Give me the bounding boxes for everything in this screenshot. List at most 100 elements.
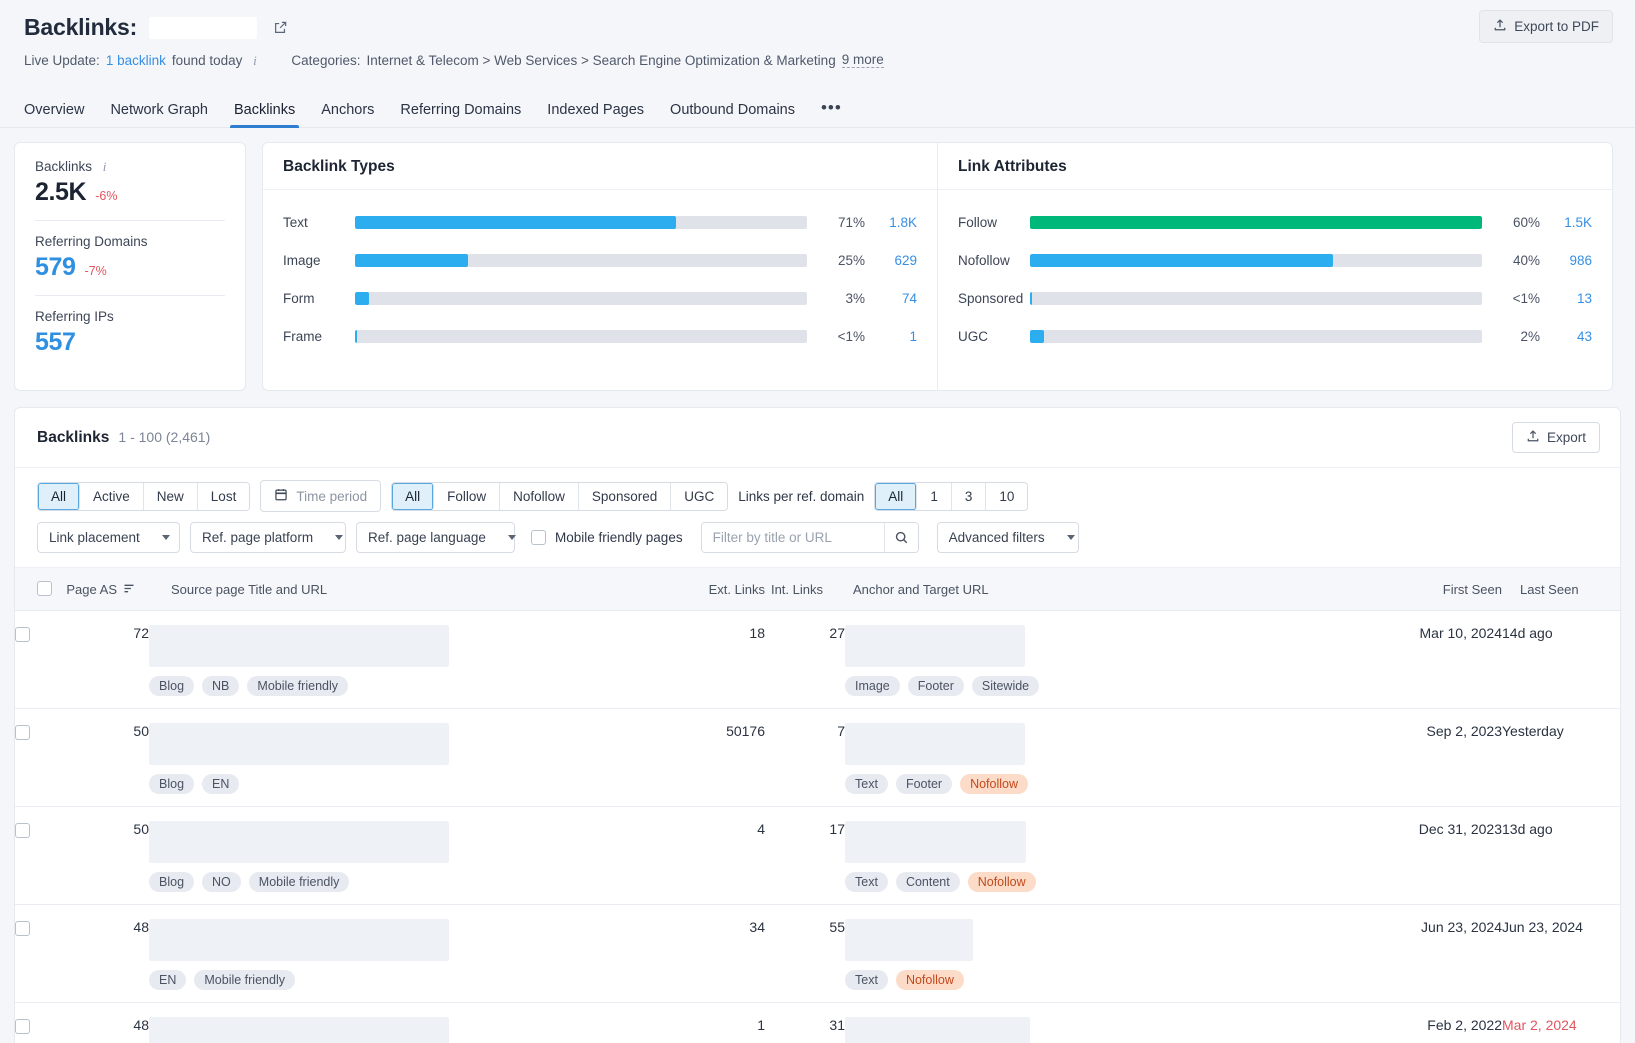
row-checkbox[interactable] [15,1019,30,1034]
anchor-tag-row: TextContentNofollow [845,872,1370,892]
time-period-button[interactable]: Time period [260,480,381,512]
info-icon[interactable]: i [98,160,111,173]
link-attribute-count[interactable]: 986 [1540,253,1592,268]
links-per-domain-all[interactable]: All [875,483,917,510]
redacted-source-page [149,625,449,667]
backlink-type-track [355,330,807,343]
row-checkbox[interactable] [15,921,30,936]
chevron-down-icon [162,535,170,540]
table-row[interactable]: 72BlogNBMobile friendly1827ImageFooterSi… [15,611,1620,709]
live-update: Live Update: 1 backlink found today i [24,53,261,68]
advanced-filters-dropdown[interactable]: Advanced filters [937,522,1079,553]
stat-referring-ips-label: Referring IPs [35,309,114,324]
export-to-pdf-button[interactable]: Export to PDF [1479,10,1613,43]
col-page-as[interactable]: Page AS [61,568,149,611]
source-tag: Mobile friendly [249,872,350,892]
categories-more-link[interactable]: 9 more [842,52,884,68]
export-button[interactable]: Export [1512,422,1600,453]
link-attribute-count[interactable]: 1.5K [1540,215,1592,230]
attribute-filter-follow[interactable]: Follow [434,483,500,510]
col-ext-links[interactable]: Ext. Links [669,568,765,611]
ref-page-language-dropdown[interactable]: Ref. page language [356,522,515,553]
tab-anchors[interactable]: Anchors [321,102,374,127]
attribute-filter-nofollow[interactable]: Nofollow [500,483,579,510]
link-attribute-row: Sponsored<1%13 [958,279,1592,317]
anchor-tag: Nofollow [960,774,1028,794]
attribute-filter-sponsored[interactable]: Sponsored [579,483,671,510]
tab-network-graph[interactable]: Network Graph [110,102,208,127]
select-all-checkbox[interactable] [37,581,52,596]
stat-referring-ips: Referring IPs 557 [35,295,225,370]
info-icon[interactable]: i [248,54,261,67]
col-int-links[interactable]: Int. Links [765,568,845,611]
row-checkbox[interactable] [15,627,30,642]
links-per-domain-1[interactable]: 1 [917,483,952,510]
source-page-cell[interactable]: BlogNBMobile friendly [149,1003,669,1043]
link-attribute-label: Nofollow [958,253,1030,268]
search-input[interactable] [702,523,884,552]
first-seen-value: Mar 10, 2024 [1370,611,1502,709]
stat-referring-ips-value[interactable]: 557 [35,328,76,357]
anchor-target-cell[interactable]: TextNofollow [845,905,1370,1003]
status-filter-active[interactable]: Active [80,483,144,510]
backlink-type-count[interactable]: 1.8K [865,215,917,230]
col-first-seen[interactable]: First Seen [1370,568,1502,611]
anchor-target-cell[interactable]: TextLost: Link removed [845,1003,1370,1043]
anchor-tag: Sitewide [972,676,1039,696]
table-row[interactable]: 48ENMobile friendly3455TextNofollowJun 2… [15,905,1620,1003]
mobile-friendly-checkbox[interactable] [531,530,546,545]
live-update-prefix: Live Update: [24,53,100,68]
anchor-target-cell[interactable]: TextFooterNofollow [845,709,1370,807]
stat-referring-domains-value-row: 579 -7% [35,253,225,282]
links-per-domain-3[interactable]: 3 [952,483,987,510]
source-tag: EN [202,774,239,794]
link-attribute-count[interactable]: 13 [1540,291,1592,306]
tab-indexed-pages[interactable]: Indexed Pages [547,102,644,127]
link-placement-dropdown[interactable]: Link placement [37,522,180,553]
attribute-filter-ugc[interactable]: UGC [671,483,727,510]
anchor-target-cell[interactable]: TextContentNofollow [845,807,1370,905]
external-link-icon[interactable] [273,20,288,35]
sort-icon[interactable] [123,582,135,597]
link-attribute-count[interactable]: 43 [1540,329,1592,344]
table-row[interactable]: 50BlogNOMobile friendly417TextContentNof… [15,807,1620,905]
live-update-link[interactable]: 1 backlink [106,53,166,68]
anchor-tag: Nofollow [896,970,964,990]
table-row[interactable]: 48BlogNBMobile friendly131TextLost: Link… [15,1003,1620,1043]
table-row[interactable]: 50BlogEN501767TextFooterNofollowSep 2, 2… [15,709,1620,807]
status-filter-new[interactable]: New [144,483,198,510]
row-checkbox[interactable] [15,823,30,838]
link-attribute-percent: 60% [1482,215,1540,230]
link-attribute-track [1030,216,1482,229]
row-checkbox[interactable] [15,725,30,740]
backlink-type-fill [355,292,369,305]
source-page-cell[interactable]: BlogNBMobile friendly [149,611,669,709]
tab-backlinks[interactable]: Backlinks [234,102,295,127]
source-page-cell[interactable]: BlogEN [149,709,669,807]
search-button[interactable] [884,523,918,552]
tab-overview[interactable]: Overview [24,102,84,127]
links-per-domain-10[interactable]: 10 [986,483,1027,510]
tabs-overflow-icon[interactable]: ••• [821,98,842,127]
backlink-type-count[interactable]: 74 [865,291,917,306]
categories-label: Categories: [291,53,360,68]
mobile-friendly-checkbox-wrap[interactable]: Mobile friendly pages [531,530,683,545]
categories: Categories: Internet & Telecom > Web Ser… [291,52,883,68]
link-attribute-track [1030,254,1482,267]
redacted-anchor-target [845,1017,1030,1043]
backlink-type-count[interactable]: 629 [865,253,917,268]
status-filter-lost[interactable]: Lost [198,483,250,510]
table-title: Backlinks [37,429,109,447]
stat-referring-domains-value[interactable]: 579 [35,253,76,282]
tab-referring-domains[interactable]: Referring Domains [400,102,521,127]
ref-page-platform-dropdown[interactable]: Ref. page platform [190,522,346,553]
status-filter-all[interactable]: All [38,483,80,510]
backlink-type-count[interactable]: 1 [865,329,917,344]
attribute-filter-all[interactable]: All [392,483,434,510]
anchor-target-cell[interactable]: ImageFooterSitewide [845,611,1370,709]
source-page-cell[interactable]: ENMobile friendly [149,905,669,1003]
backlink-type-percent: 3% [807,291,865,306]
col-last-seen[interactable]: Last Seen [1502,568,1620,611]
tab-outbound-domains[interactable]: Outbound Domains [670,102,795,127]
source-page-cell[interactable]: BlogNOMobile friendly [149,807,669,905]
